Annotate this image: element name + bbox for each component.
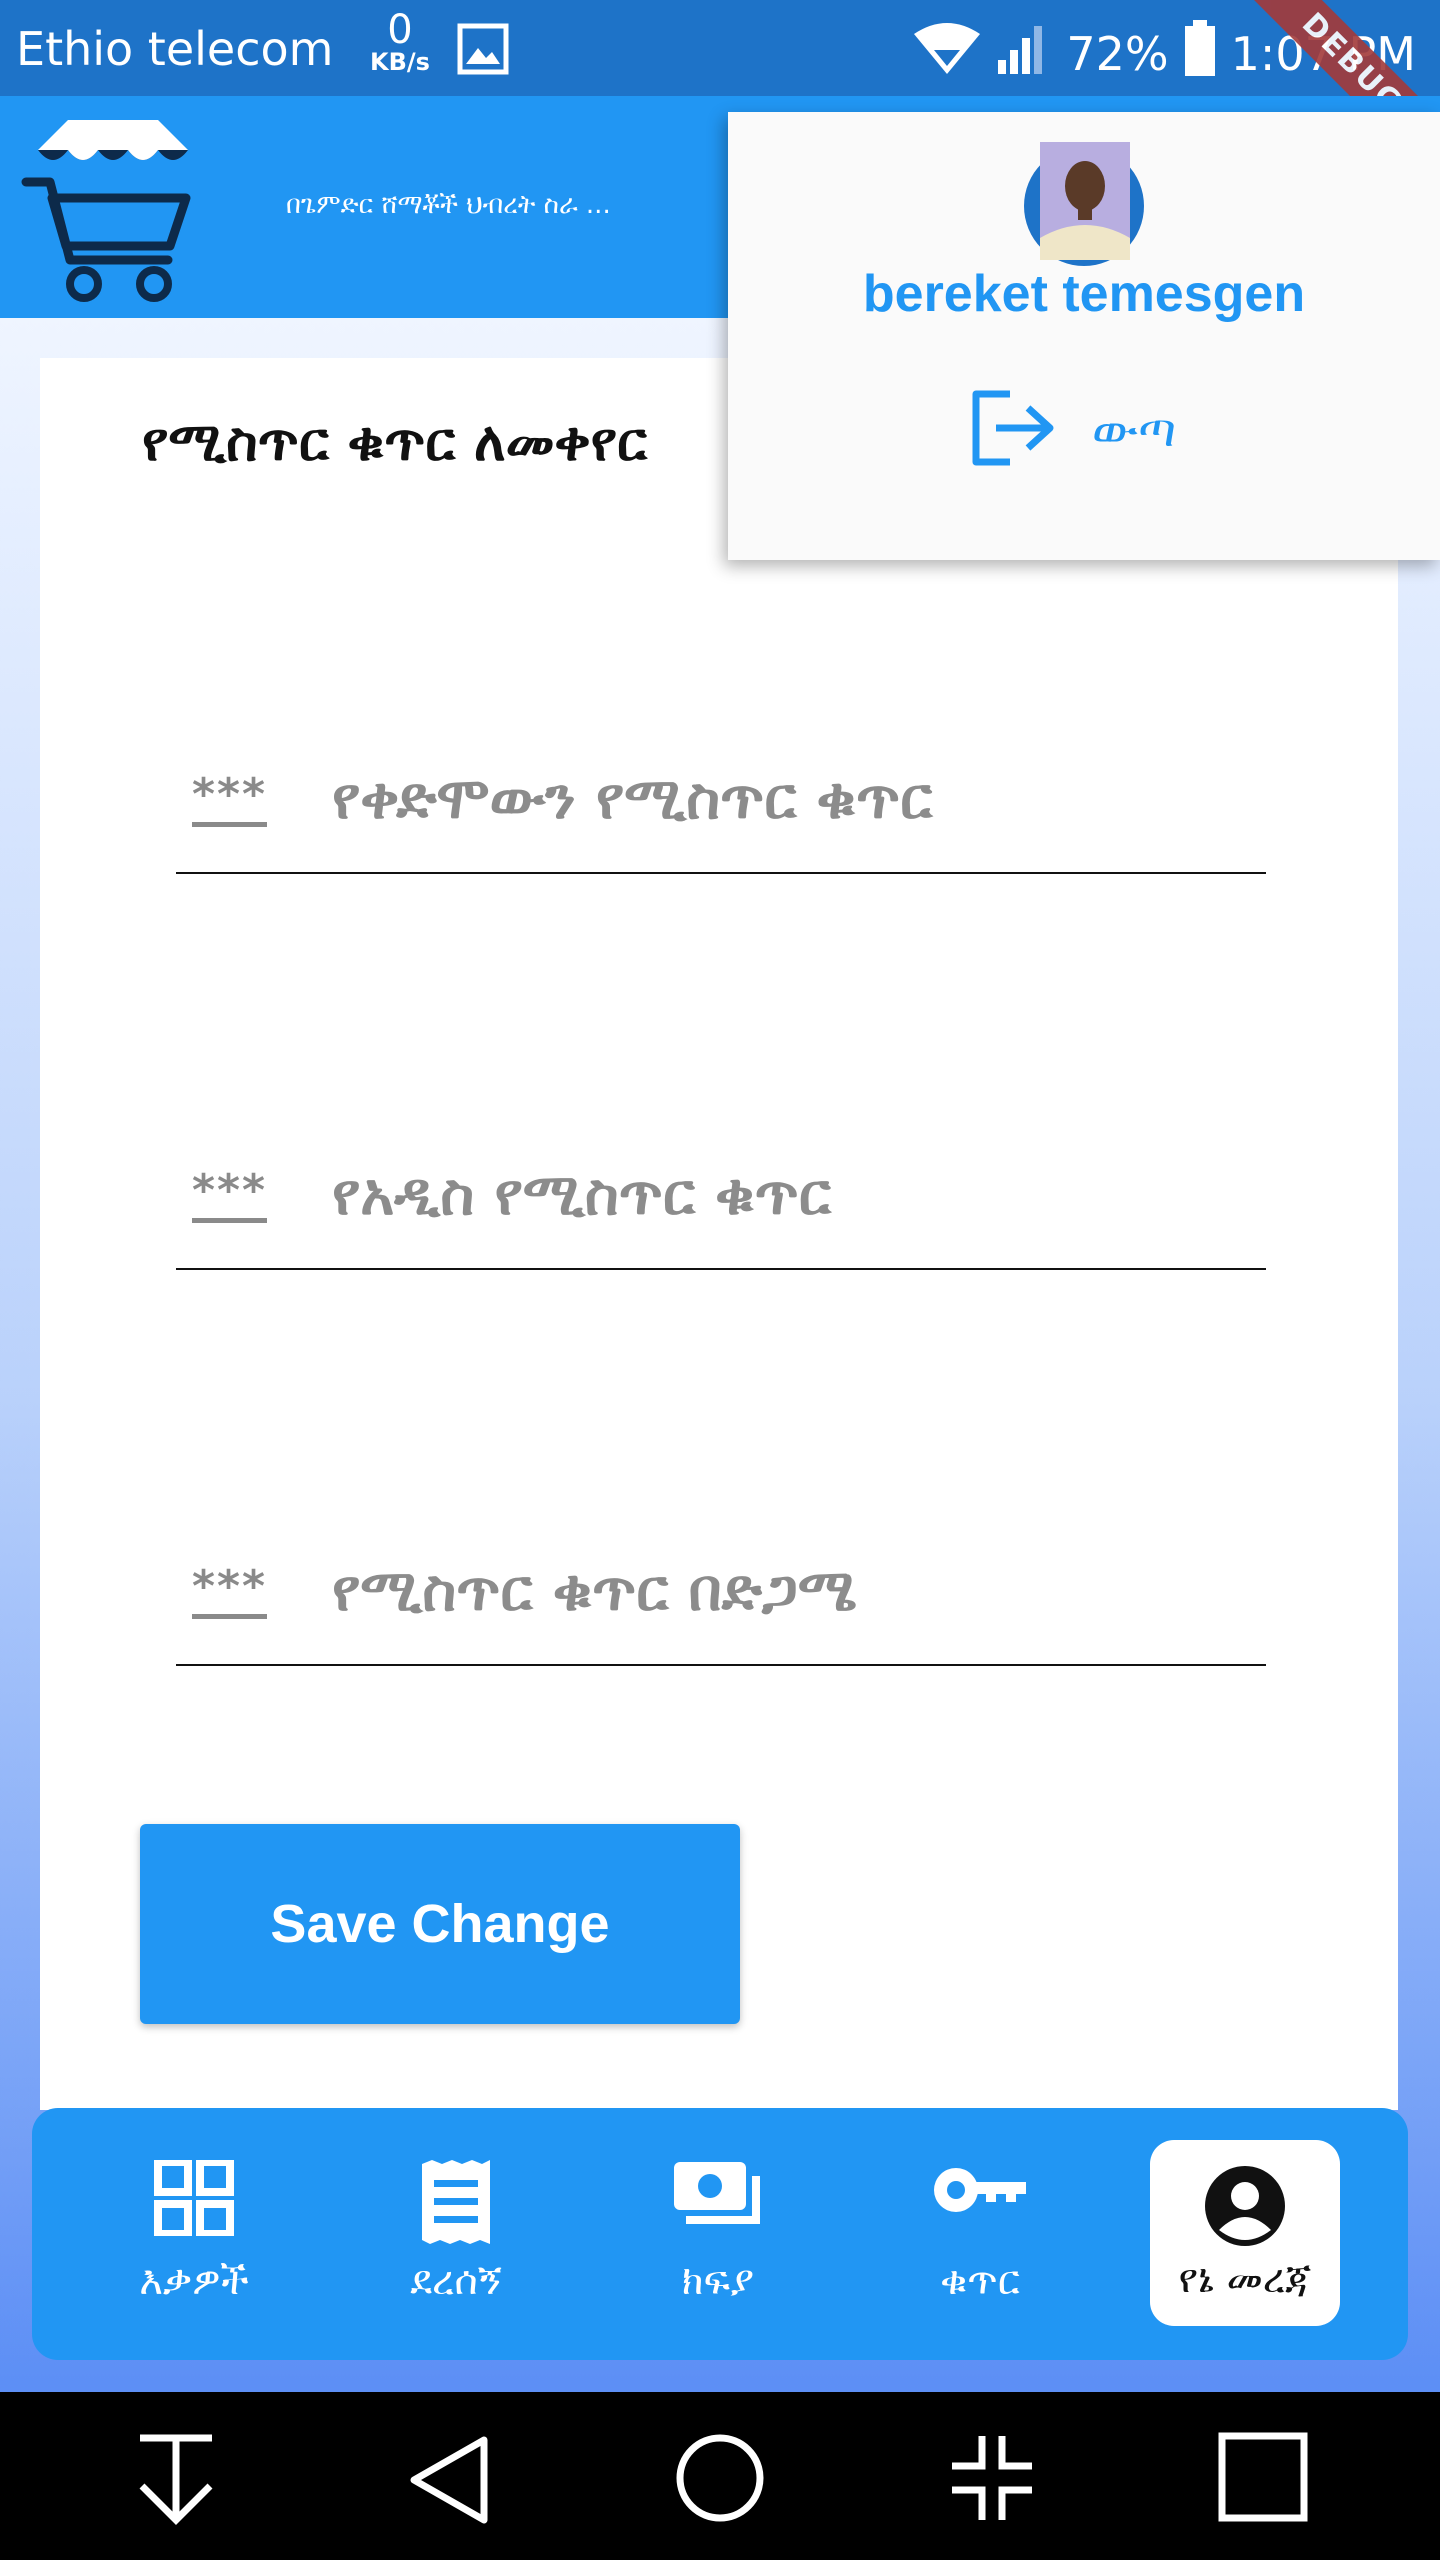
- nav-item-items[interactable]: እቃዎች: [94, 2108, 294, 2360]
- payment-icon: [672, 2160, 764, 2234]
- password-mask-icon: ***: [192, 772, 268, 827]
- new-password-field[interactable]: *** የአዲስ የሚስጥር ቁጥር: [176, 1068, 1266, 1270]
- nav-item-receipts[interactable]: ደረሰኝ: [356, 2108, 556, 2360]
- logout-button[interactable]: ውጣ: [972, 390, 1176, 470]
- key-icon: [932, 2160, 1028, 2224]
- nav-label: እቃዎች: [139, 2258, 249, 2304]
- password-mask-icon: ***: [192, 1168, 268, 1223]
- back-icon[interactable]: [406, 2432, 490, 2532]
- network-speed: 0 KB/s: [370, 7, 430, 76]
- confirm-password-hint: የሚስጥር ቁጥር በድጋሜ: [332, 1556, 857, 1624]
- old-password-field[interactable]: *** የቀድሞውን የሚስጥር ቁጥር: [176, 672, 1266, 874]
- system-navigation-bar: [0, 2392, 1440, 2560]
- password-mask-icon: ***: [192, 1564, 268, 1619]
- logout-icon: [972, 390, 1056, 470]
- nav-item-password[interactable]: ቁጥር: [880, 2108, 1080, 2360]
- page-title: የሚስጥር ቁጥር ለመቀየር: [142, 410, 647, 473]
- avatar[interactable]: [1040, 142, 1130, 260]
- old-password-hint: የቀድሞውን የሚስጥር ቁጥር: [332, 764, 933, 832]
- nav-label: ክፍያ: [681, 2258, 755, 2304]
- grid-icon: [154, 2158, 234, 2240]
- carrier-name: Ethio telecom: [16, 22, 334, 76]
- username: bereket temesgen: [862, 265, 1306, 323]
- wifi-icon: [912, 20, 982, 87]
- nav-item-my-info[interactable]: የኔ መረጃ: [1150, 2140, 1340, 2326]
- signal-icon: [996, 20, 1052, 87]
- notification-pull-down-icon[interactable]: [132, 2432, 220, 2532]
- recent-apps-icon[interactable]: [1218, 2432, 1308, 2526]
- app-subtitle: በጌምድር ሸማቾች ህብረት ስራ ...: [286, 190, 611, 220]
- profile-popup-menu: bereket temesgen ውጣ: [728, 112, 1440, 560]
- logout-label: ውጣ: [1092, 401, 1177, 458]
- battery-percent: 72%: [1066, 26, 1169, 81]
- battery-icon: [1183, 18, 1217, 89]
- image-notification-icon: [456, 22, 510, 80]
- confirm-password-field[interactable]: *** የሚስጥር ቁጥር በድጋሜ: [176, 1464, 1266, 1666]
- new-password-hint: የአዲስ የሚስጥር ቁጥር: [332, 1160, 831, 1228]
- nav-label: ቁጥር: [940, 2258, 1020, 2304]
- nav-label: የኔ መረጃ: [1178, 2256, 1312, 2302]
- account-icon: [1203, 2164, 1287, 2252]
- home-icon[interactable]: [674, 2432, 766, 2528]
- bottom-navigation: እቃዎች ደረሰኝ ክፍያ ቁጥር የኔ መረጃ: [32, 2108, 1408, 2360]
- shrink-screen-icon[interactable]: [948, 2432, 1036, 2528]
- receipt-icon: [418, 2160, 494, 2248]
- save-change-button[interactable]: Save Change: [140, 1824, 740, 2024]
- shop-cart-logo-icon: [18, 120, 204, 310]
- nav-label: ደረሰኝ: [410, 2258, 502, 2304]
- status-bar: Ethio telecom 0 KB/s 72% 1:07 PM DEBUG: [0, 0, 1440, 188]
- nav-item-payment[interactable]: ክፍያ: [618, 2108, 818, 2360]
